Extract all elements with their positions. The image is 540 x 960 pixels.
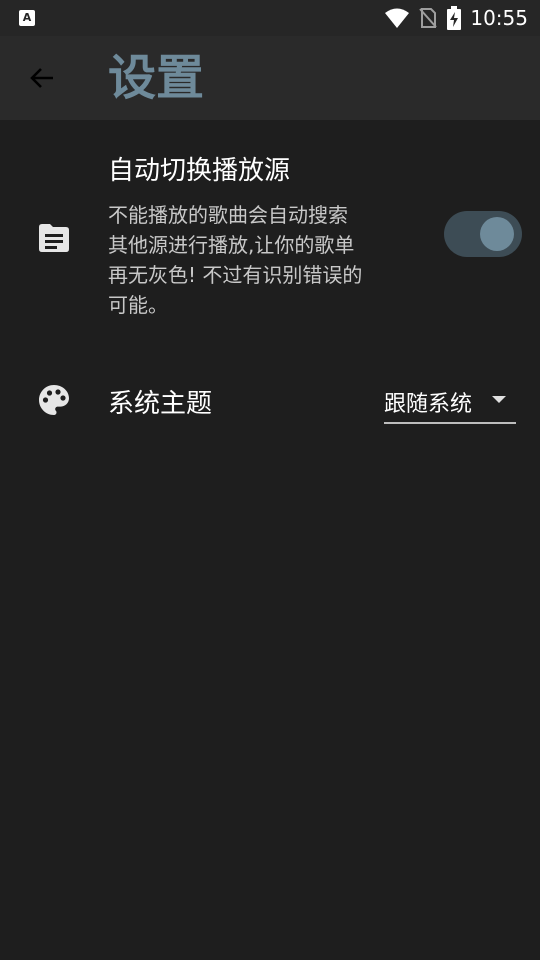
page-title: 设置 [108, 50, 205, 106]
back-button[interactable] [22, 58, 62, 98]
battery-charging-icon [447, 6, 462, 30]
toggle-thumb [480, 217, 514, 251]
app-bar: 设置 [0, 36, 540, 120]
palette-icon [39, 385, 69, 415]
auto-switch-toggle[interactable] [444, 211, 522, 257]
status-time: 10:55 [470, 6, 528, 30]
setting-auto-switch-source: 自动切换播放源 不能播放的歌曲会自动搜索 其他源进行播放,让你的歌单 再无灰色!… [0, 140, 540, 340]
auto-switch-description: 不能播放的歌曲会自动搜索 其他源进行播放,让你的歌单 再无灰色! 不过有识别错误… [108, 203, 363, 317]
status-icons: 10:55 [384, 0, 528, 36]
auto-switch-title: 自动切换播放源 [108, 156, 291, 186]
theme-dropdown[interactable]: 跟随系统 [384, 378, 516, 424]
setting-system-theme: 系统主题 跟随系统 [0, 370, 540, 430]
notification-app-icon: A [19, 10, 35, 26]
arrow-left-icon [30, 68, 53, 88]
no-sim-icon [419, 8, 438, 28]
status-bar: A 10:55 [0, 0, 540, 36]
document-icon [39, 224, 69, 252]
wifi-icon [385, 8, 410, 28]
dropdown-arrow-icon [492, 396, 506, 403]
theme-dropdown-value: 跟随系统 [384, 392, 473, 417]
system-theme-label: 系统主题 [108, 389, 213, 419]
